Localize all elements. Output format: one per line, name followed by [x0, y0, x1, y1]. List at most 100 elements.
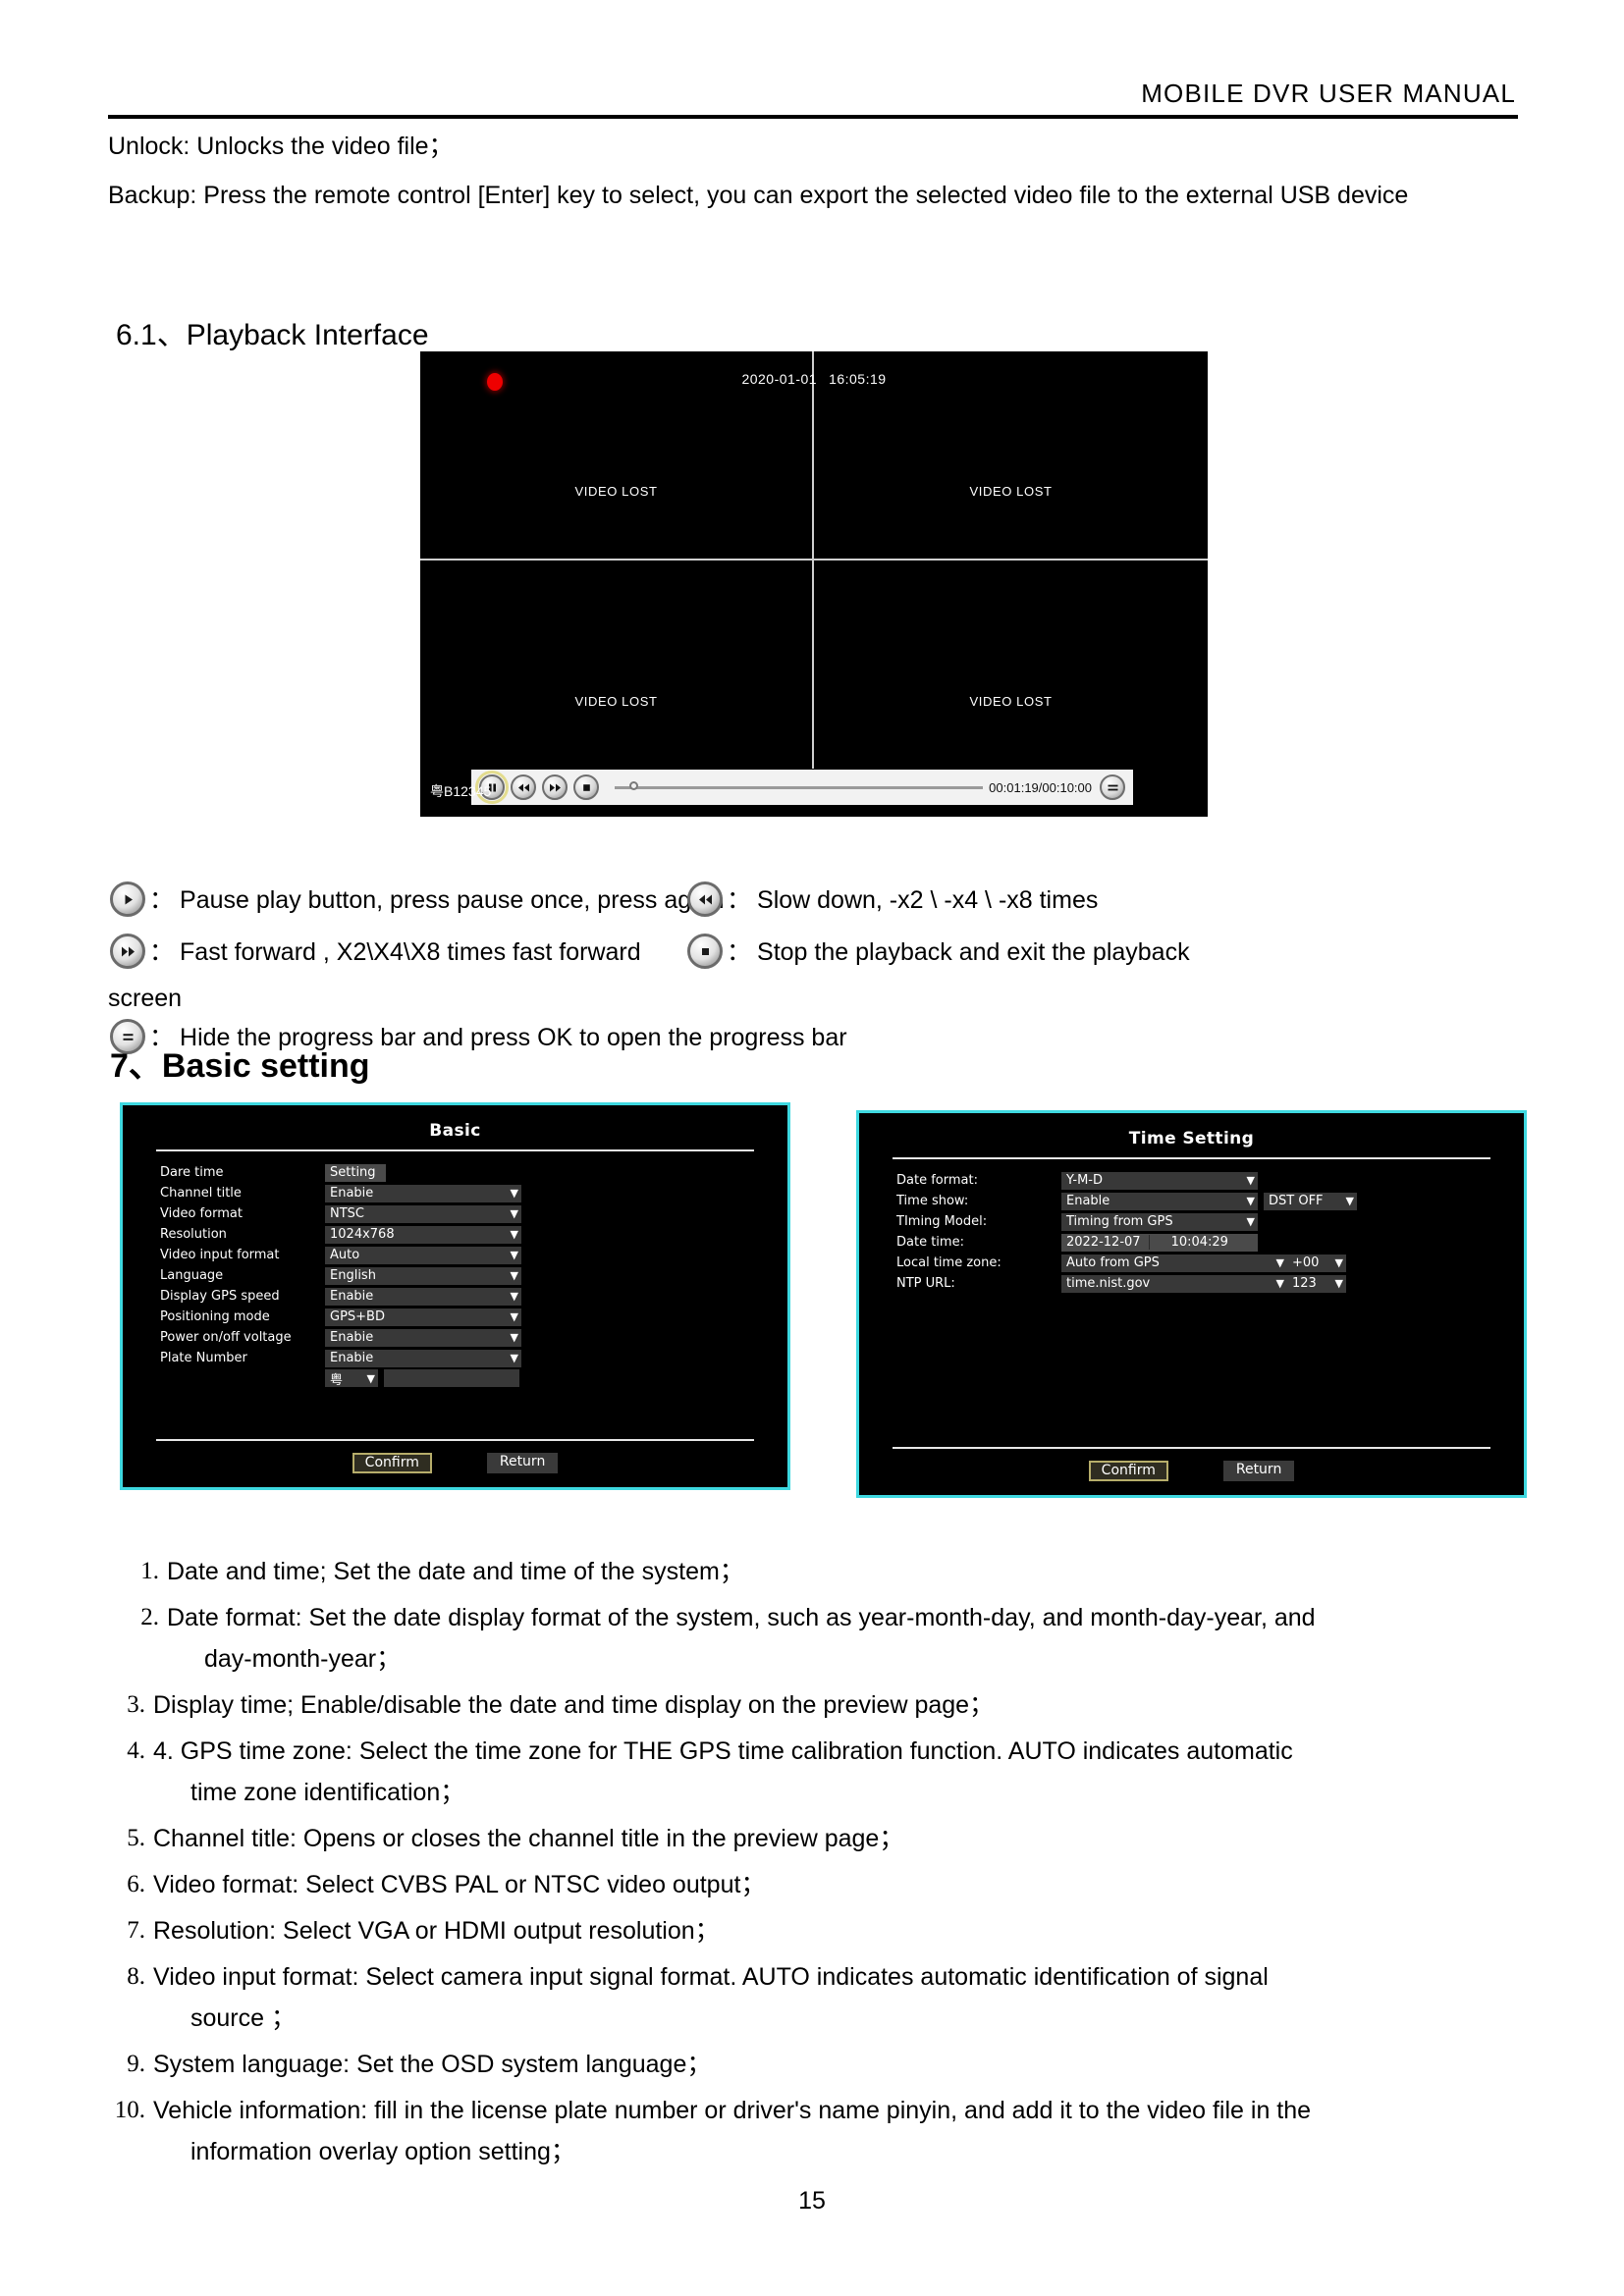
setting-row-positioning-mode: Positioning mode GPS+BD ▼ [160, 1308, 787, 1326]
legend-text: Fast forward , X2\X4\X8 times fast forwa… [180, 938, 641, 966]
time-zone-offset-select[interactable]: +00 ▼ [1287, 1254, 1346, 1272]
dare-time-setting-button[interactable]: Setting [325, 1163, 386, 1182]
legend-row-fast-forward: ： Fast forward , X2\X4\X8 times fast for… [110, 934, 641, 969]
plate-number-input[interactable] [384, 1369, 519, 1387]
list-text: Date and time; Set the date and time of … [167, 1558, 744, 1585]
list-item: 2. Date format: Set the date display for… [108, 1597, 1522, 1680]
setting-label: Power on/off voltage [160, 1330, 292, 1345]
language-select[interactable]: English ▼ [325, 1266, 521, 1285]
list-marker: 5. [127, 1825, 145, 1851]
section-heading-7: 7、Basic setting [110, 1047, 370, 1085]
list-marker: 4. [127, 1737, 145, 1764]
date-time-field[interactable]: 2022-12-07 10:04:29 [1061, 1233, 1258, 1252]
timing-model-select[interactable]: Timing from GPS ▼ [1061, 1212, 1258, 1231]
rewind-icon [687, 881, 723, 917]
header-rule [108, 115, 1518, 119]
list-text: System language: Set the OSD system lang… [153, 2051, 712, 2078]
setting-value: Setting [330, 1165, 376, 1180]
setting-label: Video input format [160, 1248, 280, 1262]
video-lost-label: VIDEO LOST [969, 483, 1053, 499]
video-format-select[interactable]: NTSC ▼ [325, 1204, 521, 1223]
setting-value: +00 [1292, 1255, 1320, 1270]
resolution-select[interactable]: 1024x768 ▼ [325, 1225, 521, 1244]
ntp-url-select[interactable]: time.nist.gov ▼ [1061, 1274, 1287, 1293]
list-text-wrapper: 4. GPS time zone: Select the time zone f… [153, 1731, 1522, 1813]
return-button[interactable]: Return [486, 1453, 559, 1473]
stop-button[interactable] [573, 774, 599, 800]
list-marker: 7. [127, 1917, 145, 1944]
setting-row-video-input-format: Video input format Auto ▼ [160, 1246, 787, 1264]
legend-continuation-text: screen [108, 985, 183, 1012]
setting-row-resolution: Resolution 1024x768 ▼ [160, 1225, 787, 1244]
setting-row-language: Language English ▼ [160, 1266, 787, 1285]
setting-label: Positioning mode [160, 1309, 270, 1324]
osd-time: 16:05:19 [829, 371, 887, 387]
list-text: Video input format: Select camera input … [153, 1963, 1269, 1991]
date-format-select[interactable]: Y-M-D ▼ [1061, 1171, 1258, 1190]
play-icon [110, 881, 145, 917]
setting-value: Enable [1066, 1194, 1110, 1208]
list-item: 10. Vehicle information: fill in the lic… [108, 2090, 1522, 2172]
plate-prefix-select[interactable]: 粤 ▼ [325, 1369, 378, 1388]
panel-divider [156, 1149, 754, 1151]
positioning-mode-select[interactable]: GPS+BD ▼ [325, 1308, 521, 1326]
basic-panel-buttons: Confirm Return [123, 1453, 787, 1473]
channel-title-select[interactable]: Enabie ▼ [325, 1184, 521, 1202]
confirm-button[interactable]: Confirm [352, 1453, 432, 1473]
hide-progress-bar-button[interactable] [1100, 774, 1125, 800]
video-input-format-select[interactable]: Auto ▼ [325, 1246, 521, 1264]
paragraph-unlock: Unlock: Unlocks the video file； [108, 133, 454, 160]
list-text-continued: information overlay option setting； [190, 2138, 575, 2165]
list-text-wrapper: Date format: Set the date display format… [167, 1597, 1522, 1680]
setting-value: 123 [1292, 1276, 1317, 1291]
confirm-button[interactable]: Confirm [1088, 1461, 1168, 1481]
panel-divider [893, 1447, 1490, 1449]
video-quadrant[interactable]: VIDEO LOST [814, 561, 1208, 770]
setting-row-ntp-url: NTP URL: time.nist.gov ▼ 123 ▼ [896, 1274, 1524, 1293]
chevron-down-icon: ▼ [1345, 1195, 1354, 1207]
list-text: Vehicle information: fill in the license… [153, 2097, 1312, 2124]
progress-slider[interactable] [615, 774, 984, 800]
list-marker: 10. [114, 2097, 145, 2123]
setting-value: GPS+BD [330, 1309, 385, 1324]
local-time-zone-select[interactable]: Auto from GPS ▼ [1061, 1254, 1287, 1272]
ntp-port-select[interactable]: 123 ▼ [1287, 1274, 1346, 1293]
list-marker: 8. [127, 1963, 145, 1990]
progress-knob[interactable] [629, 781, 638, 790]
paragraph-backup: Backup: Press the remote control [Enter]… [108, 182, 1409, 209]
power-on-off-voltage-select[interactable]: Enabie ▼ [325, 1328, 521, 1347]
list-text: Video format: Select CVBS PAL or NTSC vi… [153, 1871, 766, 1898]
setting-label: Language [160, 1268, 224, 1283]
setting-value: DST OFF [1269, 1194, 1324, 1208]
section-heading-6-1: 6.1、Playback Interface [116, 319, 429, 351]
setting-row-video-format: Video format NTSC ▼ [160, 1204, 787, 1223]
setting-label: NTP URL: [896, 1276, 955, 1291]
list-marker: 9. [127, 2051, 145, 2077]
chevron-down-icon: ▼ [1275, 1277, 1284, 1290]
legend-colon: ： [727, 938, 752, 966]
return-button[interactable]: Return [1222, 1461, 1295, 1481]
time-show-select[interactable]: Enable ▼ [1061, 1192, 1258, 1210]
legend-row-rewind: ： Slow down, -x2 \ -x4 \ -x8 times [687, 881, 1098, 917]
legend-text: Stop the playback and exit the playback [757, 938, 1190, 966]
dst-select[interactable]: DST OFF ▼ [1264, 1192, 1357, 1210]
setting-label: Resolution [160, 1227, 227, 1242]
list-text-continued: day-month-year； [204, 1645, 402, 1673]
time-value: 10:04:29 [1170, 1235, 1228, 1250]
setting-label: Local time zone: [896, 1255, 1001, 1270]
fast-forward-button[interactable] [542, 774, 568, 800]
setting-row-local-time-zone: Local time zone: Auto from GPS ▼ +00 ▼ [896, 1254, 1524, 1272]
playback-control-bar[interactable]: 00:01:19/00:10:00 [471, 770, 1133, 805]
chevron-down-icon: ▼ [510, 1352, 518, 1364]
plate-number-select[interactable]: Enabie ▼ [325, 1349, 521, 1367]
list-text-continued: time zone identification； [190, 1779, 465, 1806]
rewind-button[interactable] [511, 774, 536, 800]
basic-settings-rows: Dare time Setting Channel title Enabie ▼… [160, 1163, 787, 1388]
list-text-wrapper: Vehicle information: fill in the license… [153, 2090, 1522, 2172]
setting-value: Enabie [330, 1289, 374, 1304]
setting-value: Enabie [330, 1351, 374, 1365]
setting-row-date-time: Date time: 2022-12-07 10:04:29 [896, 1233, 1524, 1252]
list-item: 9. System language: Set the OSD system l… [108, 2044, 1522, 2085]
display-gps-speed-select[interactable]: Enabie ▼ [325, 1287, 521, 1306]
video-quadrant[interactable]: VIDEO LOST [420, 560, 814, 769]
